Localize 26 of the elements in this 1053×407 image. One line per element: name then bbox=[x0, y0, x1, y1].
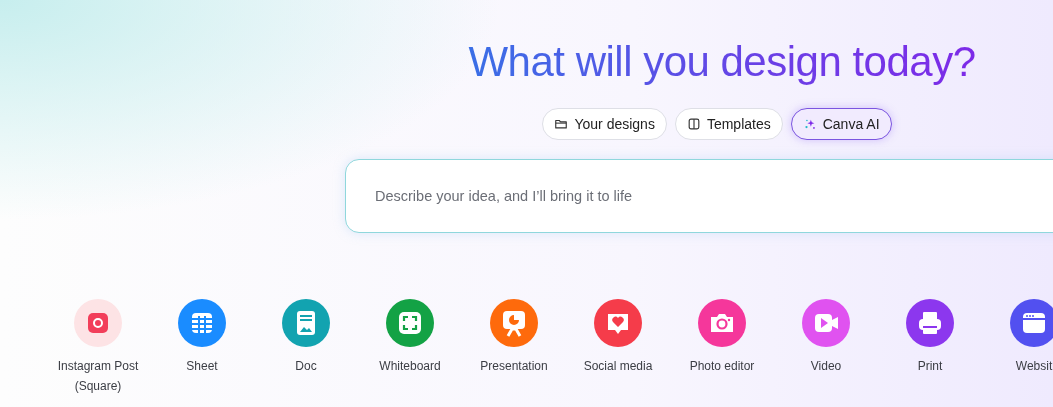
shortcut-label: Doc bbox=[294, 358, 318, 375]
shortcut-label: Whiteboard bbox=[378, 358, 442, 375]
shortcut-item[interactable]: Websit bbox=[982, 299, 1053, 396]
shortcut-label: Print bbox=[916, 358, 944, 375]
shortcut-label: Sheet bbox=[185, 358, 219, 375]
shortcut-item[interactable]: Whiteboard bbox=[358, 299, 462, 396]
layout-icon bbox=[686, 117, 701, 131]
shortcut-item[interactable]: Instagram Post (Square) bbox=[46, 299, 150, 396]
shortcut-label: Video bbox=[809, 358, 843, 375]
shortcut-label: Photo editor bbox=[688, 358, 756, 375]
shortcut-item[interactable]: Social media bbox=[566, 299, 670, 396]
tab[interactable]: Templates bbox=[674, 108, 783, 140]
tab[interactable]: Canva AI bbox=[790, 108, 892, 140]
prompt-field[interactable]: Describe your idea, and I’ll bring it to life bbox=[345, 159, 1053, 233]
shortcut-label: Websit bbox=[1014, 358, 1053, 375]
shortcut-label: Presentation bbox=[479, 358, 549, 375]
shortcut-item[interactable]: Presentation bbox=[462, 299, 566, 396]
shortcut-item[interactable]: Video bbox=[774, 299, 878, 396]
shortcut-label: Instagram Post (Square) bbox=[56, 358, 140, 395]
shortcut-label: Social media bbox=[582, 358, 654, 375]
shortcut-item[interactable]: Photo editor bbox=[670, 299, 774, 396]
shortcut-item[interactable]: Print bbox=[878, 299, 982, 396]
tab[interactable]: Your designs bbox=[542, 108, 667, 140]
shortcut-item[interactable]: Sheet bbox=[150, 299, 254, 396]
shortcut-item[interactable]: Doc bbox=[254, 299, 358, 396]
folder-icon bbox=[554, 117, 569, 131]
